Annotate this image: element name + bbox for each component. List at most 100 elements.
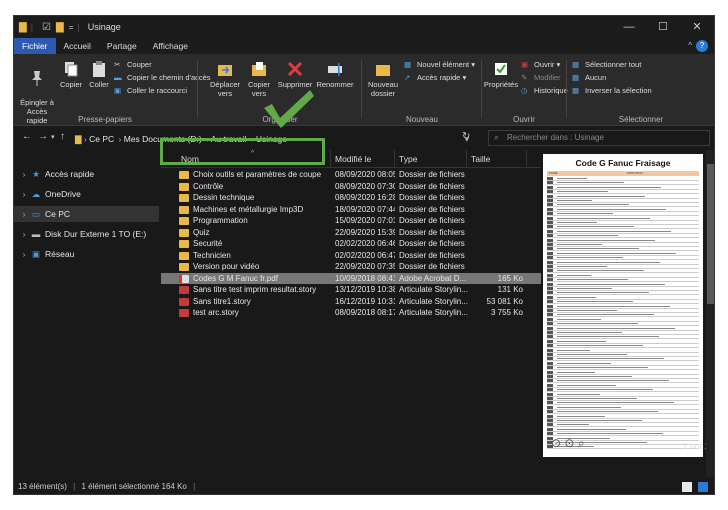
navigation-pane: › ★ Accès rapide › ☁ OneDrive › ▭ Ce PC › ▬ Disk… xyxy=(14,150,159,477)
chevron-right-icon[interactable]: › xyxy=(18,166,30,182)
preview-scrollbar[interactable] xyxy=(706,150,714,477)
move-to-label: Déplacer vers xyxy=(209,80,240,98)
file-row[interactable]: Codes G M Fanuc fr.pdf 10/09/2018 08:41 Ad… xyxy=(161,272,541,284)
properties-quick-icon[interactable]: ☑ xyxy=(42,22,51,33)
refresh-icon[interactable]: ↻ xyxy=(462,131,470,142)
scrollbar-thumb[interactable] xyxy=(707,164,714,304)
nav-item-network[interactable]: › ▣ Réseau xyxy=(14,246,159,262)
invert-selection-button[interactable]: ▦ Inverser la sélection xyxy=(572,86,652,95)
new-folder-button[interactable]: Nouveau dossier xyxy=(366,60,400,98)
file-row[interactable]: Programmation 15/09/2020 07:01 Dossier de … xyxy=(161,215,541,227)
file-size: 165 Ko xyxy=(497,273,523,283)
details-view-icon[interactable] xyxy=(682,482,692,492)
group-select: ▦ Sélectionner tout ▦ Aucun ▦ Inverser la s… xyxy=(568,54,714,126)
file-modified: 18/09/2020 07:44 xyxy=(335,204,395,214)
select-none-label: Aucun xyxy=(585,73,607,82)
pdf-table-line xyxy=(547,344,699,349)
file-row[interactable]: Quiz 22/09/2020 15:39 Dossier de fichiers xyxy=(161,227,541,239)
chevron-right-icon[interactable]: › xyxy=(18,186,30,202)
file-modified: 02/02/2020 06:47 xyxy=(335,250,395,260)
cut-button[interactable]: ✂ Couper xyxy=(114,60,152,69)
file-row[interactable]: Technicien 02/02/2020 06:47 Dossier de fic… xyxy=(161,250,541,262)
file-row[interactable]: Machines et métallurgie Imp3D 18/09/2020 … xyxy=(161,204,541,216)
chevron-right-icon[interactable]: › xyxy=(18,226,30,242)
tab-affichage[interactable]: Affichage xyxy=(145,38,196,54)
nav-item-ce-pc[interactable]: › ▭ Ce PC xyxy=(14,206,159,222)
file-row[interactable]: Choix outils et paramètres de coupe 08/09… xyxy=(161,169,541,181)
quick-access-dropdown-icon[interactable]: = xyxy=(69,23,74,32)
zoom-icon[interactable]: ⌕ xyxy=(578,436,585,450)
tab-accueil[interactable]: Accueil xyxy=(56,38,99,54)
copy-button[interactable]: Copier xyxy=(58,60,84,89)
page-down-icon[interactable]: ⊙ xyxy=(564,436,574,450)
file-type: Dossier de fichiers xyxy=(399,227,465,237)
folder-icon xyxy=(179,205,189,214)
pdf-table-line xyxy=(547,225,699,230)
column-header-type[interactable]: Type xyxy=(395,150,467,168)
back-arrow-icon[interactable]: ← xyxy=(22,131,32,142)
select-all-button[interactable]: ▦ Sélectionner tout xyxy=(572,60,641,69)
close-button[interactable]: ✕ xyxy=(680,16,714,38)
quick-access-button[interactable]: ↗ Accès rapide ▾ xyxy=(404,73,466,82)
nav-label: OneDrive xyxy=(45,189,81,199)
tab-partage[interactable]: Partage xyxy=(99,38,145,54)
file-row[interactable]: Version pour vidéo 22/09/2020 07:35 Dossie… xyxy=(161,261,541,273)
nav-item-quick-access[interactable]: › ★ Accès rapide xyxy=(14,166,159,182)
maximize-button[interactable]: ☐ xyxy=(646,16,680,38)
new-item-button[interactable]: ▦ Nouvel élément ▾ xyxy=(404,60,475,69)
forward-arrow-icon[interactable]: → xyxy=(38,131,48,142)
move-to-button[interactable]: Déplacer vers xyxy=(208,60,242,98)
pdf-table-line xyxy=(547,392,699,397)
file-row[interactable]: Sans titre1.story 16/12/2019 10:31 Articul… xyxy=(161,296,541,308)
minimize-button[interactable]: — xyxy=(612,16,646,38)
paste-button[interactable]: Coller xyxy=(86,60,112,89)
file-row[interactable]: Dessin technique 08/09/2020 16:28 Dossier … xyxy=(161,192,541,204)
page-up-icon[interactable]: ⊙ xyxy=(551,436,561,450)
move-folder-icon xyxy=(218,65,232,76)
nav-item-external-drive[interactable]: › ▬ Disk Dur Externe 1 TO (E:) xyxy=(14,226,159,242)
file-name: Sans titre test imprim resultat.story xyxy=(193,285,317,294)
tab-fichier[interactable]: Fichier xyxy=(14,38,56,54)
open-button[interactable]: ▣ Ouvrir ▾ xyxy=(521,60,560,69)
rename-button[interactable]: Renommer xyxy=(314,60,356,89)
group-new: Nouveau dossier ▦ Nouvel élément ▾ ↗ Accès… xyxy=(364,54,480,126)
file-row[interactable]: Contrôle 08/09/2020 07:30 Dossier de fichi… xyxy=(161,181,541,193)
file-row[interactable]: Sans titre test imprim resultat.story 13/… xyxy=(161,284,541,296)
column-header-size[interactable]: Taille xyxy=(467,150,527,168)
file-modified: 08/09/2018 08:17 xyxy=(335,308,395,317)
column-header-modified[interactable]: Modifié le xyxy=(331,150,395,168)
file-row[interactable]: Securité 02/02/2020 06:46 Dossier de fichi… xyxy=(161,238,541,250)
properties-button[interactable]: Propriétés xyxy=(483,60,519,89)
preview-toolbar: ⊙ ⊙ ⌕ xyxy=(551,436,585,451)
chevron-right-icon[interactable]: › xyxy=(18,246,30,262)
pdf-table-line xyxy=(547,238,699,243)
pdf-table-line xyxy=(547,229,699,234)
new-folder-quick-icon[interactable]: ▇ xyxy=(56,22,64,33)
pdf-table-line xyxy=(547,357,699,362)
file-row[interactable]: test arc.story 08/09/2018 08:17 Articulate… xyxy=(161,307,541,319)
network-icon: ▣ xyxy=(31,249,41,259)
history-button[interactable]: ◷ Historique xyxy=(521,86,568,95)
pdf-col-code: CODE xyxy=(549,171,558,175)
file-name: Choix outils et paramètres de coupe xyxy=(193,170,322,179)
up-arrow-icon[interactable]: ↑ xyxy=(60,131,65,142)
delete-button[interactable]: Supprimer xyxy=(276,60,314,89)
search-input[interactable]: Rechercher dans : Usinage xyxy=(488,130,710,146)
pdf-col-function: FONCTION xyxy=(627,171,643,175)
edit-icon: ✎ xyxy=(521,73,528,82)
recent-dropdown-icon[interactable]: ▾ xyxy=(51,133,55,141)
collapse-ribbon-icon[interactable]: ^ xyxy=(688,41,692,50)
paste-shortcut-button[interactable]: ▣ Coller le raccourci xyxy=(114,86,187,95)
folder-icon xyxy=(179,263,189,271)
pdf-table-line xyxy=(547,361,699,366)
edit-button[interactable]: ✎ Modifier xyxy=(521,73,561,82)
nav-item-onedrive[interactable]: › ☁ OneDrive xyxy=(14,186,159,202)
select-none-button[interactable]: ▦ Aucun xyxy=(572,73,606,82)
help-icon[interactable]: ? xyxy=(696,40,708,52)
pdf-table-line xyxy=(547,234,699,239)
chevron-right-icon[interactable]: › xyxy=(18,206,30,222)
breadcrumb-ce-pc[interactable]: Ce PC xyxy=(89,134,114,144)
large-icons-view-icon[interactable] xyxy=(698,482,708,492)
pdf-table-line xyxy=(547,405,699,410)
history-label: Historique xyxy=(534,86,568,95)
